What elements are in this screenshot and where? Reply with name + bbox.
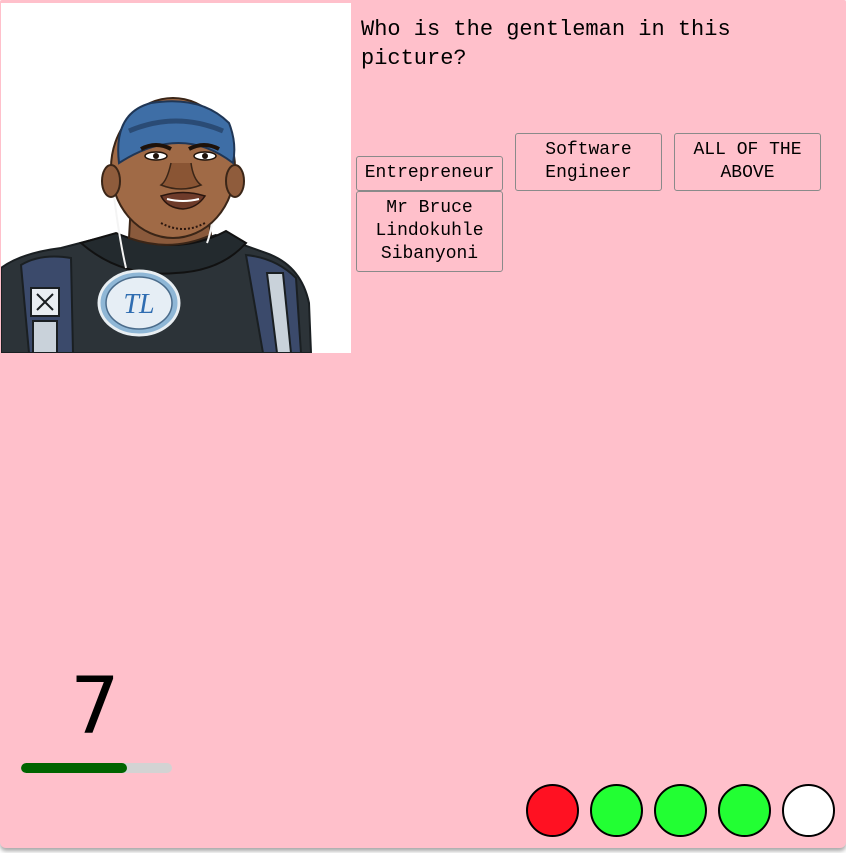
question-picture: TL <box>1 3 351 353</box>
quiz-screen: TL Who is the gentleman in this picture?… <box>0 0 846 848</box>
badge-logo-text: TL <box>123 289 154 320</box>
result-indicator-4 <box>718 784 771 837</box>
timer-progress-bar <box>21 763 172 773</box>
timer-progress-fill <box>21 763 127 773</box>
question-text: Who is the gentleman in this picture? <box>361 17 731 71</box>
answer-option-2[interactable]: Software Engineer <box>515 133 662 191</box>
result-indicator-5 <box>782 784 835 837</box>
timer-countdown: 7 <box>70 662 120 752</box>
answer-option-3[interactable]: ALL OF THE ABOVE <box>674 133 821 191</box>
answer-option-1[interactable]: Entrepreneur <box>356 156 503 191</box>
result-indicator-3 <box>654 784 707 837</box>
result-indicator-1 <box>526 784 579 837</box>
answer-option-4[interactable]: Mr Bruce Lindokuhle Sibanyoni <box>356 191 503 272</box>
portrait-illustration: TL <box>1 97 313 353</box>
result-indicator-2 <box>590 784 643 837</box>
